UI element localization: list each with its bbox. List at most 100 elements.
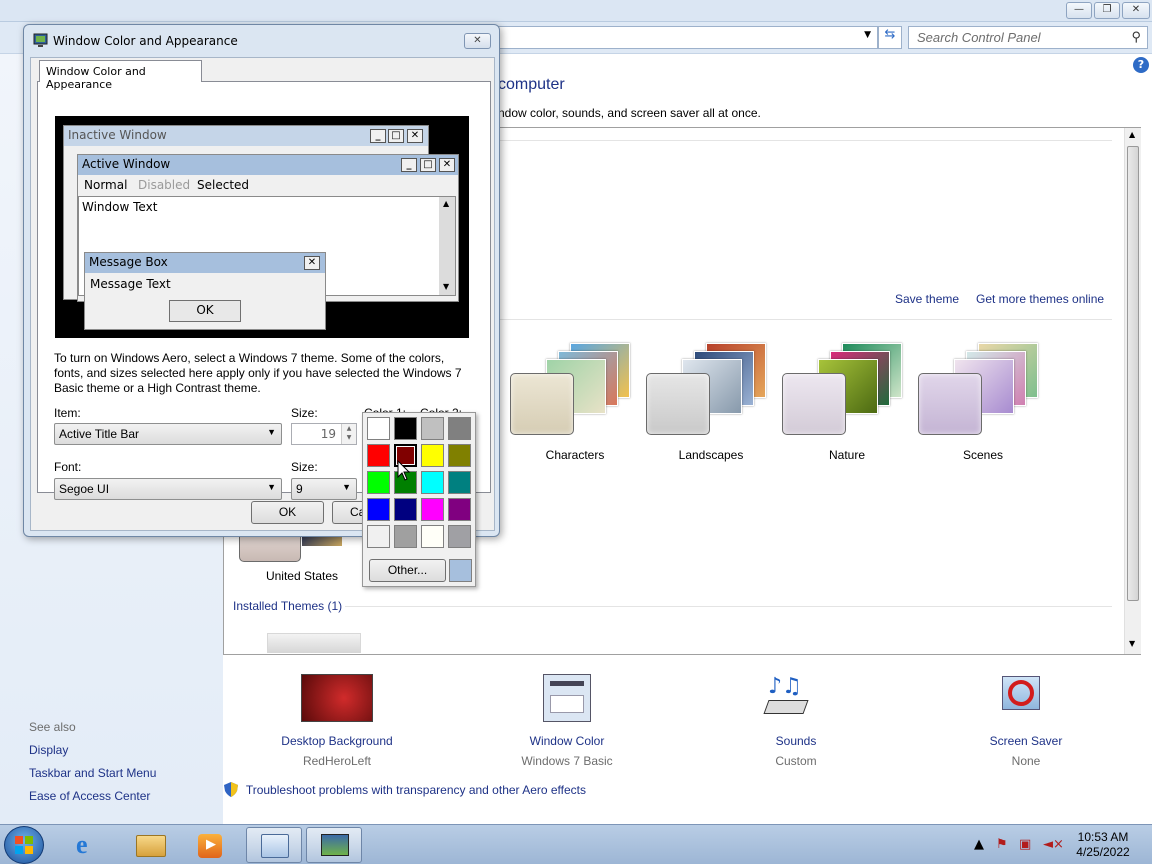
action-center-icon[interactable]: ⚑ — [996, 837, 1008, 852]
ok-button[interactable]: OK — [251, 501, 324, 524]
windows-logo-icon — [15, 836, 33, 854]
scroll-thumb[interactable] — [1127, 146, 1139, 601]
scroll-up-icon[interactable]: ▲ — [1129, 130, 1135, 139]
theme-characters[interactable]: Characters — [510, 343, 640, 463]
screen-saver-item[interactable]: Screen Saver None — [946, 674, 1106, 768]
taskbar-control-panel[interactable] — [246, 827, 302, 863]
preview-window-text: Window Text — [82, 200, 158, 214]
search-icon[interactable]: ⚲ — [1131, 29, 1141, 45]
maximize-button[interactable]: ❐ — [1094, 2, 1120, 19]
color-swatch[interactable] — [421, 498, 444, 521]
taskbar-media-player[interactable]: ▶ — [182, 827, 238, 863]
color-swatch[interactable] — [394, 498, 417, 521]
item-value: Active Title Bar — [59, 427, 140, 441]
network-icon[interactable]: ▣ — [1019, 837, 1031, 852]
close-button[interactable]: ✕ — [1122, 2, 1150, 19]
color-swatch[interactable] — [448, 498, 471, 521]
installed-theme-thumbnail[interactable] — [267, 633, 361, 653]
item-size-stepper[interactable]: 19 ▲ ▼ — [291, 423, 357, 445]
color-swatch[interactable] — [421, 471, 444, 494]
clock-time: 10:53 AM — [1077, 830, 1129, 844]
window-color-item[interactable]: Window Color Windows 7 Basic — [487, 674, 647, 768]
preview-message-titlebar: Message Box — [85, 253, 325, 273]
color-swatch[interactable] — [394, 417, 417, 440]
color-swatch[interactable] — [421, 444, 444, 467]
sounds-item[interactable]: ♪♫ Sounds Custom — [716, 674, 876, 768]
tab-window-color-appearance[interactable]: Window Color and Appearance — [39, 60, 202, 91]
troubleshoot-link[interactable]: Troubleshoot problems with transparency … — [246, 783, 586, 797]
other-color-button[interactable]: Other... — [369, 559, 446, 582]
color-swatch[interactable] — [448, 417, 471, 440]
theme-landscapes[interactable]: Landscapes — [646, 343, 776, 463]
preview-message-box: Message Box ✕ Message Text OK — [84, 252, 326, 330]
address-input[interactable]: ▼ — [496, 26, 878, 49]
sounds-link[interactable]: Sounds — [716, 734, 876, 748]
chevron-down-icon: ▼ — [342, 482, 351, 492]
taskbar-internet-explorer[interactable]: e — [62, 827, 118, 863]
color-swatch[interactable] — [367, 444, 390, 467]
preview-ok-button: OK — [169, 300, 241, 322]
window-color-link[interactable]: Window Color — [487, 734, 647, 748]
desktop-background-item[interactable]: Desktop Background RedHeroLeft — [257, 674, 417, 768]
close-icon: ✕ — [473, 35, 482, 46]
font-size-value: 9 — [296, 482, 303, 496]
volume-muted-icon[interactable]: ◄× — [1043, 837, 1064, 852]
minimize-icon: _ — [401, 158, 417, 172]
theme-scenes[interactable]: Scenes — [918, 343, 1048, 463]
save-theme-link[interactable]: Save theme — [895, 292, 959, 306]
color-swatch[interactable] — [367, 498, 390, 521]
desktop-background-icon — [301, 674, 373, 722]
item-select[interactable]: Active Title Bar ▼ — [54, 423, 282, 445]
preview-menu-normal: Normal — [84, 178, 128, 192]
theme-label: Landscapes — [678, 448, 744, 462]
color-swatch[interactable] — [421, 525, 444, 548]
search-input[interactable]: Search Control Panel ⚲ — [908, 26, 1148, 49]
theme-color-swatch — [782, 373, 846, 435]
color-swatch[interactable] — [367, 417, 390, 440]
screen-saver-link[interactable]: Screen Saver — [946, 734, 1106, 748]
font-size-select[interactable]: 9 ▼ — [291, 478, 357, 500]
dialog-close-button[interactable]: ✕ — [464, 33, 491, 49]
taskbar-explorer[interactable] — [122, 827, 178, 863]
scroll-down-icon[interactable]: ▼ — [1129, 639, 1135, 648]
divider — [496, 140, 1112, 141]
current-color-swatch — [449, 559, 472, 582]
taskbar-start-menu-link[interactable]: Taskbar and Start Menu — [29, 766, 156, 780]
stepper-arrows-icon[interactable]: ▲ ▼ — [341, 424, 356, 444]
color-swatch[interactable] — [448, 471, 471, 494]
taskbar-clock[interactable]: 10:53 AM 4/25/2022 — [1068, 830, 1138, 860]
scroll-down-icon: ▼ — [443, 282, 450, 291]
ease-of-access-link[interactable]: Ease of Access Center — [29, 789, 150, 803]
theme-label: United States — [265, 569, 339, 583]
item-size-label: Size: — [291, 406, 318, 420]
sounds-icon: ♪♫ — [760, 674, 832, 722]
theme-nature[interactable]: Nature — [782, 343, 912, 463]
theme-united-states[interactable]: United States — [238, 530, 366, 585]
minimize-button[interactable]: — — [1066, 2, 1092, 19]
see-also-heading: See also — [29, 720, 76, 734]
preview-inactive-title: Inactive Window — [68, 128, 167, 142]
sounds-value: Custom — [775, 754, 817, 768]
theme-list-scrollbar[interactable]: ▲ ▼ — [1124, 128, 1141, 654]
color-swatch[interactable] — [367, 471, 390, 494]
get-more-themes-link[interactable]: Get more themes online — [976, 292, 1104, 306]
display-link[interactable]: Display — [29, 743, 68, 757]
show-hidden-icons[interactable]: ▲ — [974, 837, 984, 852]
desktop-background-link[interactable]: Desktop Background — [257, 734, 417, 748]
start-button[interactable] — [4, 826, 44, 864]
troubleshoot-row[interactable]: Troubleshoot problems with transparency … — [224, 782, 586, 797]
color-swatch[interactable] — [448, 525, 471, 548]
window-color-icon — [543, 674, 591, 722]
font-select[interactable]: Segoe UI ▼ — [54, 478, 282, 500]
close-icon: ✕ — [304, 256, 320, 270]
play-icon: ▶ — [206, 837, 216, 852]
taskbar-display-settings[interactable] — [306, 827, 362, 863]
color-swatch[interactable] — [367, 525, 390, 548]
refresh-button[interactable]: ⇆ — [878, 26, 902, 49]
help-icon[interactable]: ? — [1133, 57, 1149, 73]
color-swatch[interactable] — [421, 417, 444, 440]
chevron-down-icon[interactable]: ▼ — [864, 30, 871, 40]
internet-explorer-icon: e — [76, 830, 88, 859]
color-swatch[interactable] — [448, 444, 471, 467]
color-swatch[interactable] — [394, 525, 417, 548]
